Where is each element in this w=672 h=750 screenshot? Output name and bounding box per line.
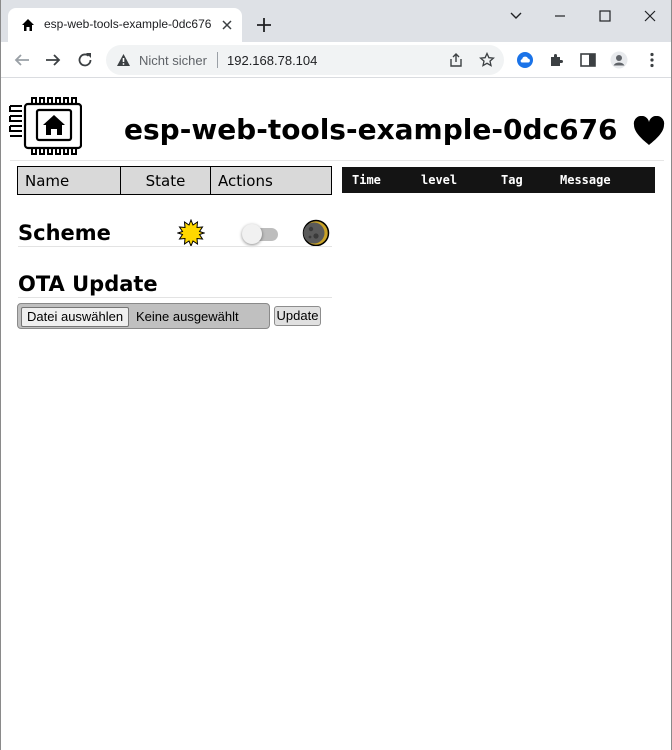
title-divider — [10, 160, 664, 161]
update-button[interactable]: Update — [274, 306, 321, 326]
ota-file-input: Datei auswählen Keine ausgewählt — [17, 303, 270, 329]
extension-cloud-icon[interactable] — [516, 51, 534, 69]
ota-heading: OTA Update — [18, 272, 158, 296]
log-header-tag: Tag — [501, 173, 523, 187]
extensions-puzzle-icon[interactable] — [548, 51, 566, 69]
log-table-header: Time level Tag Message — [342, 167, 655, 193]
window-border-left — [0, 0, 1, 750]
new-tab-icon[interactable] — [254, 15, 274, 35]
forward-icon[interactable] — [44, 51, 62, 69]
browser-toolbar: Nicht sicher 192.168.78.104 — [0, 42, 672, 78]
chevron-down-icon[interactable] — [506, 7, 526, 25]
file-status-text: Keine ausgewählt — [136, 309, 239, 324]
security-status[interactable]: Nicht sicher — [139, 53, 207, 68]
entity-table-header-row: Name State Actions — [17, 166, 332, 195]
log-header-time: Time — [352, 173, 381, 187]
house-icon — [22, 19, 34, 31]
address-separator — [217, 52, 218, 68]
browser-tab[interactable]: esp-web-tools-example-0dc676 — [8, 8, 242, 42]
log-header-message: Message — [560, 173, 611, 187]
menu-icon[interactable] — [643, 51, 661, 69]
address-bar[interactable]: Nicht sicher 192.168.78.104 — [106, 45, 504, 75]
profile-icon[interactable] — [610, 51, 628, 69]
close-tab-icon[interactable] — [219, 17, 235, 33]
heart-icon[interactable] — [633, 116, 665, 146]
minimize-icon[interactable] — [550, 7, 570, 25]
dark-mode-toggle[interactable] — [242, 224, 278, 244]
column-header-name: Name — [17, 166, 121, 195]
warning-icon[interactable] — [116, 53, 131, 67]
url-text[interactable]: 192.168.78.104 — [227, 53, 317, 68]
share-icon[interactable] — [448, 52, 464, 68]
scheme-divider — [18, 246, 332, 247]
ota-divider — [18, 297, 332, 298]
toggle-knob[interactable] — [242, 224, 262, 244]
reload-icon[interactable] — [76, 51, 94, 69]
log-header-level: level — [421, 173, 458, 187]
column-header-actions: Actions — [210, 166, 332, 195]
close-icon[interactable] — [640, 7, 660, 25]
tab-title: esp-web-tools-example-0dc676 — [44, 17, 212, 31]
bookmark-star-icon[interactable] — [479, 52, 495, 68]
chip-house-logo — [9, 97, 82, 155]
choose-file-button[interactable]: Datei auswählen — [21, 307, 130, 327]
page-content: esp-web-tools-example-0dc676 Name State … — [0, 79, 672, 750]
sun-icon — [177, 219, 205, 247]
side-panel-icon[interactable] — [579, 51, 597, 69]
tab-strip: esp-web-tools-example-0dc676 — [0, 0, 672, 42]
moon-icon — [302, 219, 330, 247]
back-icon[interactable] — [13, 51, 31, 69]
page-title: esp-web-tools-example-0dc676 — [124, 113, 618, 146]
scheme-heading: Scheme — [18, 221, 111, 245]
column-header-state: State — [120, 166, 211, 195]
maximize-icon[interactable] — [595, 7, 615, 25]
entity-table: Name State Actions — [17, 166, 332, 195]
